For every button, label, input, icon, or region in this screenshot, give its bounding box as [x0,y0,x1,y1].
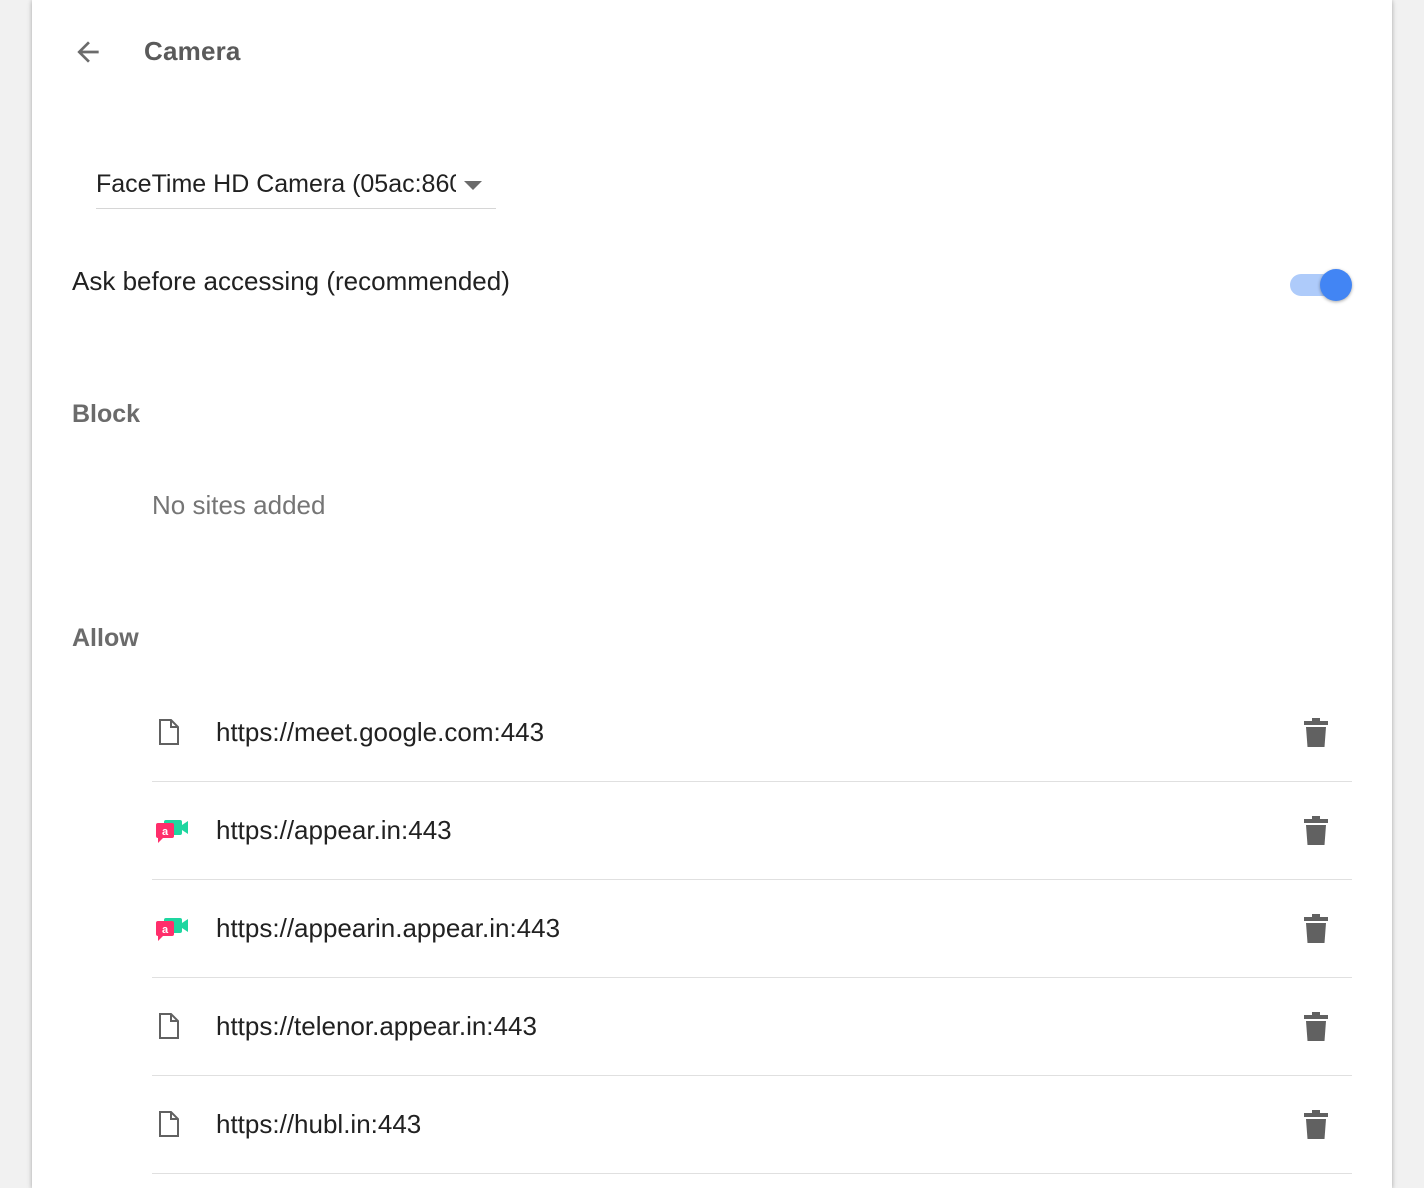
site-row[interactable]: a https://appearin.appear.in:443 [152,880,1352,978]
block-empty-text: No sites added [152,490,326,520]
site-url: https://appear.in:443 [216,815,452,845]
arrow-back-icon [77,41,99,63]
page-icon [159,719,179,745]
page-icon [159,1013,179,1039]
trash-icon [1304,718,1328,747]
appearin-favicon-icon: a [156,820,188,843]
appearin-favicon-icon: a [156,918,188,941]
site-url: https://hubl.in:443 [216,1109,422,1139]
site-row[interactable]: https://hubl.in:443 [152,1076,1352,1174]
site-url: https://appearin.appear.in:443 [216,913,561,943]
site-url: https://meet.google.com:443 [216,717,545,747]
delete-site-button[interactable] [1296,908,1336,948]
delete-site-button[interactable] [1296,810,1336,850]
caret-down-icon [464,181,482,190]
page-icon [159,1111,179,1137]
camera-select[interactable]: FaceTime HD Camera (05ac:8600) [96,166,496,209]
block-section-heading: Block [72,400,141,428]
page-title: Camera [144,36,241,66]
back-button[interactable] [68,32,108,72]
delete-site-button[interactable] [1296,712,1336,752]
toggle-knob [1320,269,1352,301]
site-row[interactable]: https://meet.google.com:443 [152,684,1352,782]
ask-before-accessing-toggle[interactable] [1290,264,1354,304]
ask-before-accessing-row: Ask before accessing (recommended) [72,250,1352,316]
trash-icon [1304,1110,1328,1139]
ask-before-accessing-label: Ask before accessing (recommended) [72,266,510,296]
svg-text:a: a [162,924,169,936]
settings-card: Camera FaceTime HD Camera (05ac:8600) As… [32,0,1392,1188]
camera-select-value: FaceTime HD Camera (05ac:8600) [96,170,456,198]
svg-text:a: a [162,826,169,838]
page-header: Camera [32,0,1392,104]
trash-icon [1304,914,1328,943]
allow-section-heading: Allow [72,624,139,652]
delete-site-button[interactable] [1296,1006,1336,1046]
site-row[interactable]: a https://appear.in:443 [152,782,1352,880]
trash-icon [1304,816,1328,845]
site-url: https://telenor.appear.in:443 [216,1011,537,1041]
trash-icon [1304,1012,1328,1041]
site-row[interactable]: https://telenor.appear.in:443 [152,978,1352,1076]
delete-site-button[interactable] [1296,1104,1336,1144]
